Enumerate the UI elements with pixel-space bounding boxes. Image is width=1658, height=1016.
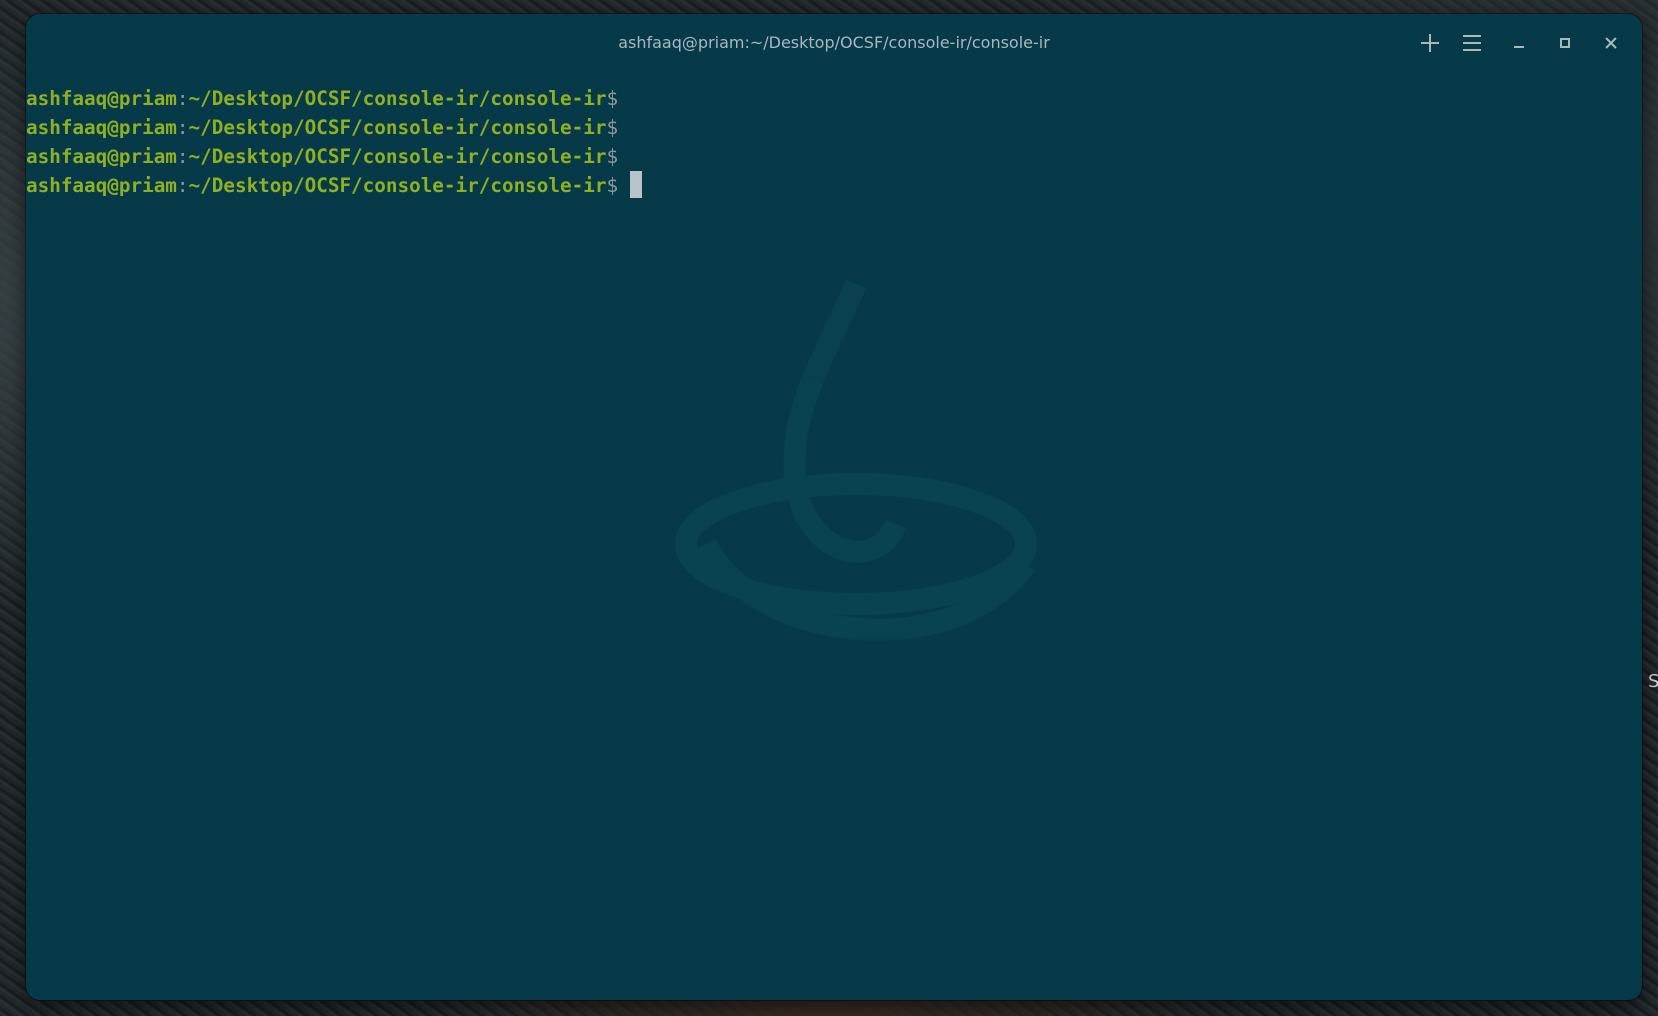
prompt-user-host: ashfaaq@priam [26, 116, 177, 139]
prompt-user-host: ashfaaq@priam [26, 145, 177, 168]
hamburger-menu-icon [1463, 35, 1481, 51]
prompt-symbol: $ [606, 145, 619, 168]
minimize-icon [1514, 46, 1524, 48]
prompt-symbol: $ [606, 174, 619, 197]
prompt-line: ashfaaq@priam:~/Desktop/OCSF/console-ir/… [26, 142, 1642, 171]
minimize-button[interactable] [1503, 28, 1535, 58]
prompt-line-active[interactable]: ashfaaq@priam:~/Desktop/OCSF/console-ir/… [26, 171, 1642, 200]
maximize-icon [1560, 38, 1570, 48]
prompt-path: ~/Desktop/OCSF/console-ir/console-ir [188, 174, 607, 197]
prompt-path: ~/Desktop/OCSF/console-ir/console-ir [188, 145, 607, 168]
close-button[interactable] [1595, 28, 1627, 58]
terminal-window[interactable]: ashfaaq@priam:~/Desktop/OCSF/console-ir/… [26, 14, 1642, 1000]
prompt-colon: : [176, 116, 189, 139]
prompt-path: ~/Desktop/OCSF/console-ir/console-ir [188, 116, 607, 139]
prompt-colon: : [176, 145, 189, 168]
prompt-symbol: $ [606, 116, 619, 139]
plus-icon [1421, 34, 1439, 52]
desktop-edge-text: S [1648, 671, 1658, 692]
prompt-user-host: ashfaaq@priam [26, 87, 177, 110]
prompt-path: ~/Desktop/OCSF/console-ir/console-ir [188, 87, 607, 110]
menu-button[interactable] [1456, 28, 1488, 58]
titlebar[interactable]: ashfaaq@priam:~/Desktop/OCSF/console-ir/… [26, 14, 1642, 72]
new-tab-button[interactable] [1414, 28, 1446, 58]
maximize-button[interactable] [1549, 28, 1581, 58]
prompt-line: ashfaaq@priam:~/Desktop/OCSF/console-ir/… [26, 84, 1642, 113]
text-cursor [630, 171, 643, 198]
prompt-colon: : [176, 174, 189, 197]
prompt-colon: : [176, 87, 189, 110]
prompt-user-host: ashfaaq@priam [26, 174, 177, 197]
terminal-output[interactable]: ashfaaq@priam:~/Desktop/OCSF/console-ir/… [26, 84, 1642, 984]
prompt-symbol: $ [606, 87, 619, 110]
prompt-line: ashfaaq@priam:~/Desktop/OCSF/console-ir/… [26, 113, 1642, 142]
window-title: ashfaaq@priam:~/Desktop/OCSF/console-ir/… [618, 33, 1050, 52]
close-icon [1605, 37, 1617, 49]
